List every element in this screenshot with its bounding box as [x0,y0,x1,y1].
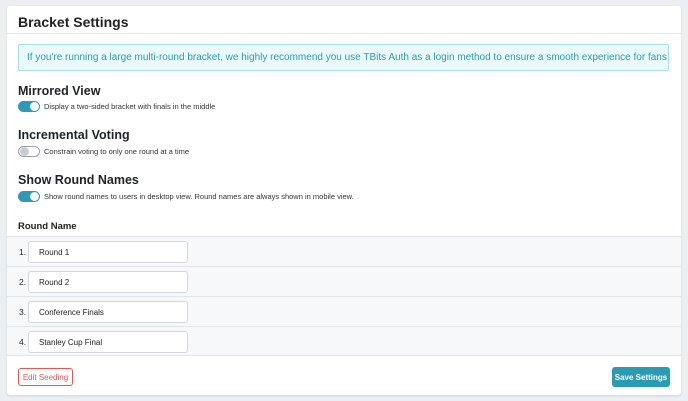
round-row: 1. [7,236,681,266]
round-number: 2. [19,277,27,287]
round-name-input[interactable] [28,331,188,353]
round-name-input[interactable] [28,271,188,293]
toggle-knob [30,191,39,201]
show-round-names-setting: Show round names to users in desktop vie… [18,190,354,202]
mirrored-view-setting: Display a two-sided bracket with finals … [18,100,215,112]
page-title: Bracket Settings [7,6,681,34]
show-round-names-title: Show Round Names [18,173,139,187]
incremental-voting-title: Incremental Voting [18,128,130,142]
mirrored-view-description: Display a two-sided bracket with finals … [44,101,216,111]
bracket-settings-card: Bracket Settings If you're running a lar… [7,6,681,395]
save-settings-button[interactable]: Save Settings [612,367,670,387]
toggle-knob [20,146,29,156]
round-row: 3. [7,296,681,326]
round-number: 1. [19,247,27,257]
incremental-voting-toggle[interactable] [18,145,40,157]
mirrored-view-toggle[interactable] [18,100,40,112]
round-name-header: Round Name [18,221,77,232]
edit-seeding-button[interactable]: Edit Seeding [18,368,73,386]
round-name-input[interactable] [28,241,188,263]
round-row: 4. [7,326,681,356]
round-list: 1. 2. 3. 4. [7,236,681,356]
incremental-voting-setting: Constrain voting to only one round at a … [18,145,189,157]
mirrored-view-title: Mirrored View [18,84,101,98]
toggle-knob [30,101,39,111]
show-round-names-toggle[interactable] [18,190,40,202]
auth-notice: If you're running a large multi-round br… [18,44,669,71]
round-number: 3. [19,307,27,317]
incremental-voting-description: Constrain voting to only one round at a … [44,146,190,156]
round-number: 4. [19,337,27,347]
round-row: 2. [7,266,681,296]
round-name-input[interactable] [28,301,188,323]
show-round-names-description: Show round names to users in desktop vie… [44,191,354,201]
